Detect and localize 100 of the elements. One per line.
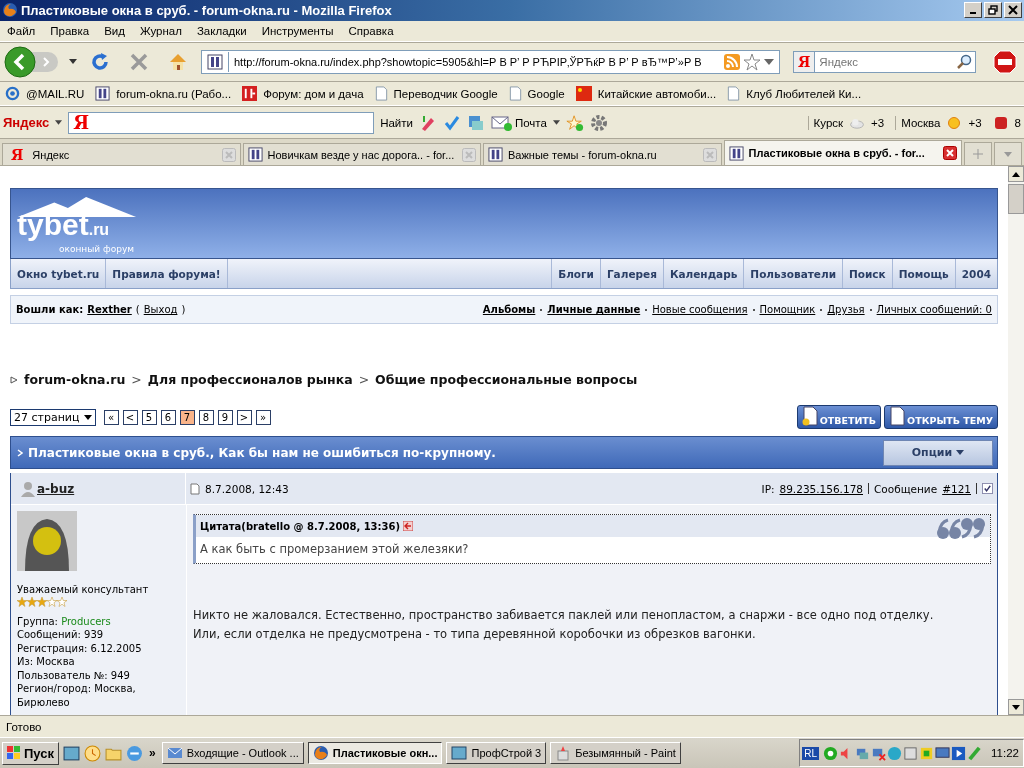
topic-action-button[interactable]: ОТКРЫТЬ ТЕМУ <box>884 405 998 430</box>
envelope-icon[interactable] <box>490 114 513 131</box>
breadcrumb-link[interactable]: Общие профессиональные вопросы <box>375 372 638 388</box>
browser-tab[interactable]: Новичкам везде у нас дорога.. - for... <box>242 143 481 166</box>
menu-item[interactable]: Файл <box>7 24 36 37</box>
caret-icon[interactable] <box>55 120 63 126</box>
new-tab-button[interactable] <box>964 142 992 166</box>
tray-icon[interactable] <box>887 745 903 761</box>
menu-item[interactable]: Закладки <box>196 24 247 37</box>
forum-nav-link[interactable]: Помощь <box>891 259 955 289</box>
forum-nav-link[interactable]: Пользователи <box>743 259 842 289</box>
taskbar-button[interactable]: Безымянный - Paint <box>550 742 681 765</box>
author-link[interactable]: a-buz <box>37 481 75 496</box>
taskbar-button[interactable]: ПрофСтрой 3 <box>446 742 547 765</box>
scroll-up-icon[interactable] <box>1012 171 1020 177</box>
checkmark-icon[interactable] <box>442 113 461 132</box>
back-arrow-icon[interactable] <box>403 521 414 532</box>
adblock-icon[interactable] <box>993 49 1018 74</box>
browser-tab[interactable]: Я Яндекс <box>2 143 241 166</box>
forum-nav-link[interactable]: Календарь <box>662 259 744 289</box>
username-link[interactable]: Rexther <box>87 304 132 316</box>
select-checkbox[interactable] <box>982 483 993 495</box>
topic-action-button[interactable]: ОТВЕТИТЬ <box>796 405 882 430</box>
breadcrumb-link[interactable]: Для профессионалов рынка <box>147 372 353 388</box>
dropdown-arrow-icon[interactable] <box>764 58 774 65</box>
forum-nav-link[interactable]: Поиск <box>842 259 892 289</box>
language-indicator[interactable]: RL <box>802 746 820 760</box>
forum-nav-link[interactable]: Галерея <box>599 259 663 289</box>
bookmark-link[interactable]: Клуб Любителей Ки... <box>746 87 862 100</box>
bookmark-link[interactable]: Google <box>527 87 565 100</box>
page-link[interactable]: « <box>103 409 119 425</box>
monitor-icon[interactable] <box>935 745 951 761</box>
page-link[interactable]: 5 <box>141 409 157 425</box>
page-icon[interactable] <box>374 86 388 101</box>
bookmark-link[interactable]: @MAIL.RU <box>26 87 85 100</box>
more-icons-button[interactable]: » <box>149 746 156 761</box>
stop-icon[interactable] <box>129 51 149 72</box>
flag-icon[interactable] <box>575 86 592 101</box>
forum-nav-link[interactable]: 2004 <box>954 259 997 289</box>
close-button[interactable] <box>1004 2 1022 19</box>
traffic-icon[interactable] <box>992 115 1009 130</box>
user-menu-link[interactable]: Личных сообщений: 0 <box>876 304 992 316</box>
page-icon[interactable] <box>727 86 741 101</box>
tray-icon[interactable] <box>903 745 919 761</box>
search-engine-button[interactable]: Я <box>793 50 816 73</box>
options-button[interactable]: Опции <box>883 439 993 466</box>
menu-item[interactable]: Правка <box>50 24 90 37</box>
star-icon[interactable] <box>565 113 584 132</box>
user-menu-link[interactable]: Новые сообщения <box>652 304 748 316</box>
settings-icon[interactable] <box>589 113 608 132</box>
forum-nav-link[interactable]: Правила форума! <box>106 259 228 289</box>
browser-tab[interactable]: Важные темы - forum-okna.ru <box>483 143 722 166</box>
restore-button[interactable] <box>984 2 1002 19</box>
city-label[interactable]: Москва <box>901 116 941 129</box>
yandex-menu[interactable]: Яндекс <box>3 115 50 131</box>
scrollbar-thumb[interactable] <box>1008 184 1024 215</box>
menu-item[interactable]: Вид <box>104 24 125 37</box>
scrollbar[interactable] <box>1008 166 1024 716</box>
taskbar-button[interactable]: Входящие - Outlook ... <box>161 742 304 765</box>
globe-icon[interactable] <box>126 744 143 762</box>
page-link[interactable]: 7 <box>179 409 195 425</box>
tray-icon[interactable] <box>823 745 839 761</box>
menu-item[interactable]: Журнал <box>139 24 182 37</box>
ip-link[interactable]: 89.235.156.178 <box>779 482 863 495</box>
page-link[interactable]: < <box>122 409 138 425</box>
menu-item[interactable]: Справка <box>348 24 394 37</box>
clock-icon[interactable] <box>84 744 101 762</box>
home-icon[interactable] <box>168 51 188 72</box>
taskbar-button[interactable]: Пластиковые окн... <box>307 742 443 765</box>
tab-close-icon[interactable] <box>943 146 957 161</box>
page-link[interactable]: » <box>255 409 271 425</box>
play-icon[interactable] <box>951 745 967 761</box>
forum-nav-link[interactable]: Окно tybet.ru <box>11 259 107 289</box>
address-field[interactable]: http://forum-okna.ru/index.php?showtopic=5905&hl=Р В Р’ Р РЋРІР‚ЎРЋќР В Р’ Р вЂ™Р’»Р В <box>201 49 780 74</box>
bookmark-link[interactable]: forum-okna.ru (Рабо... <box>116 87 232 100</box>
tray-icon[interactable] <box>919 745 935 761</box>
dropdown-arrow-icon[interactable] <box>69 59 77 65</box>
reload-icon[interactable] <box>90 51 110 72</box>
bookmark-star-icon[interactable] <box>743 52 761 71</box>
user-menu-link[interactable]: Личные данные <box>547 304 641 316</box>
tab-list-button[interactable] <box>994 142 1022 166</box>
logout-link[interactable]: Выход <box>143 304 178 316</box>
minimize-button[interactable] <box>964 2 982 19</box>
page-link[interactable]: 9 <box>217 409 233 425</box>
rss-icon[interactable] <box>724 53 740 70</box>
bookmark-link[interactable]: Китайские автомоби... <box>597 87 717 100</box>
find-button[interactable]: Найти <box>380 116 413 129</box>
city-label[interactable]: Курск <box>813 116 844 129</box>
site-icon[interactable] <box>95 86 111 101</box>
page-link[interactable]: > <box>236 409 252 425</box>
scroll-down-icon[interactable] <box>1012 704 1020 710</box>
forum-nav-link[interactable]: Блоги <box>551 259 600 289</box>
user-menu-link[interactable]: Помощник <box>759 304 816 316</box>
search-field[interactable]: Яндекс <box>815 50 954 73</box>
pages-dropdown[interactable]: 27 страниц <box>10 408 96 426</box>
user-menu-link[interactable]: Друзья <box>827 304 865 316</box>
start-button[interactable]: Пуск <box>2 741 59 765</box>
translate-icon[interactable] <box>466 113 485 132</box>
menu-item[interactable]: Инструменты <box>261 24 334 37</box>
page-link[interactable]: 8 <box>198 409 214 425</box>
